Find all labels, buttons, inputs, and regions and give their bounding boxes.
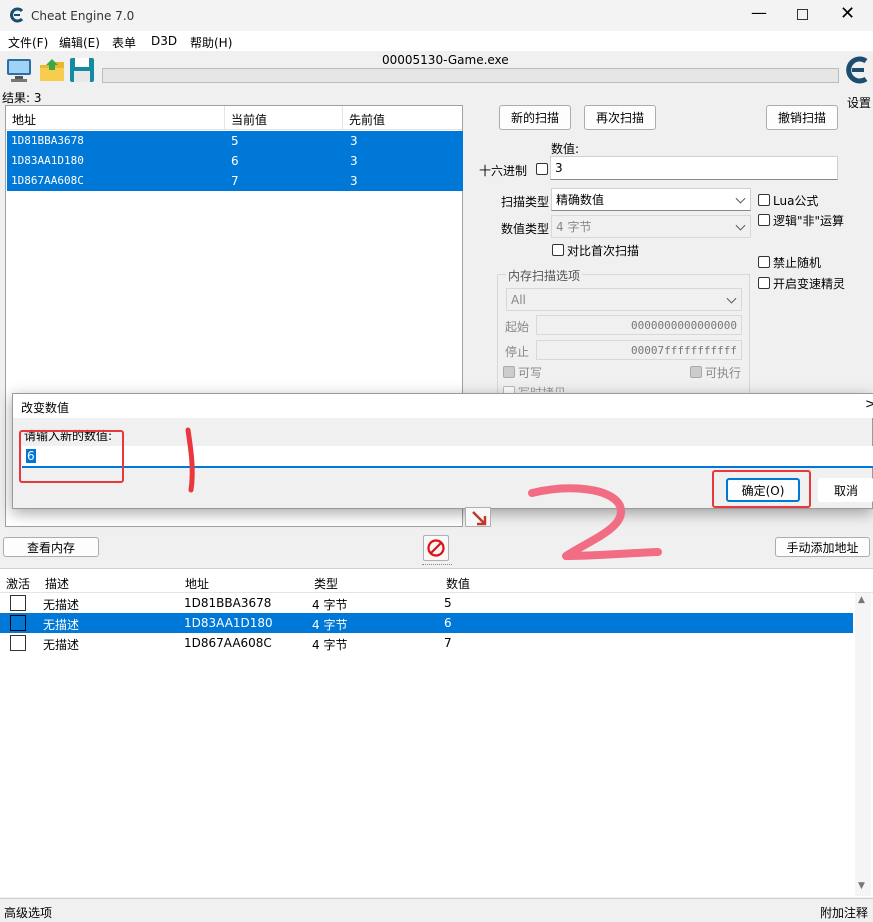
row-type: 4 字节 [312,638,348,652]
address-row-selected[interactable]: 无描述 1D83AA1D180 4 字节 6 [0,613,853,633]
active-checkbox[interactable] [10,635,26,651]
row-type: 4 字节 [312,618,348,632]
row-address: 1D81BBA3678 [184,596,272,610]
table-comments-link[interactable]: 附加注释 [820,904,868,921]
scroll-down-arrow-icon[interactable]: ▼ [858,881,865,891]
header-address[interactable]: 地址 [185,575,209,592]
row-address: 1D83AA1D180 [184,616,273,630]
address-row[interactable]: 无描述 1D867AA608C 4 字节 7 [0,633,853,653]
row-value: 7 [444,636,452,650]
advanced-options-link[interactable]: 高级选项 [4,904,52,921]
row-value: 6 [444,616,452,630]
active-checkbox[interactable] [10,615,26,631]
row-description: 无描述 [43,638,80,652]
vertical-scrollbar[interactable]: ▲ ▼ [855,593,871,896]
memory-view-arrow-button[interactable] [465,507,491,527]
row-description: 无描述 [43,618,80,632]
active-checkbox[interactable] [10,595,26,611]
add-address-manually-button[interactable]: 手动添加地址 [775,537,870,557]
header-type[interactable]: 类型 [314,575,338,592]
view-memory-button[interactable]: 查看内存 [3,537,99,557]
address-list[interactable]: 激活 描述 地址 类型 数值 无描述 1D81BBA3678 4 字节 5 无描… [0,568,873,897]
splitter-handle[interactable] [422,564,452,567]
status-bar: 高级选项 附加注释 [0,898,873,922]
no-entry-icon [427,539,445,557]
row-address: 1D867AA608C [184,636,272,650]
arrow-down-right-icon [472,511,487,526]
row-value: 5 [444,596,452,610]
address-row[interactable]: 无描述 1D81BBA3678 4 字节 5 [0,593,853,613]
row-description: 无描述 [43,598,80,612]
clear-list-button[interactable] [423,535,449,561]
header-value[interactable]: 数值 [446,575,470,592]
address-list-header: 激活 描述 地址 类型 数值 [0,569,873,593]
header-description[interactable]: 描述 [45,575,69,592]
scroll-up-arrow-icon[interactable]: ▲ [858,595,865,605]
header-active[interactable]: 激活 [6,575,30,592]
row-type: 4 字节 [312,598,348,612]
